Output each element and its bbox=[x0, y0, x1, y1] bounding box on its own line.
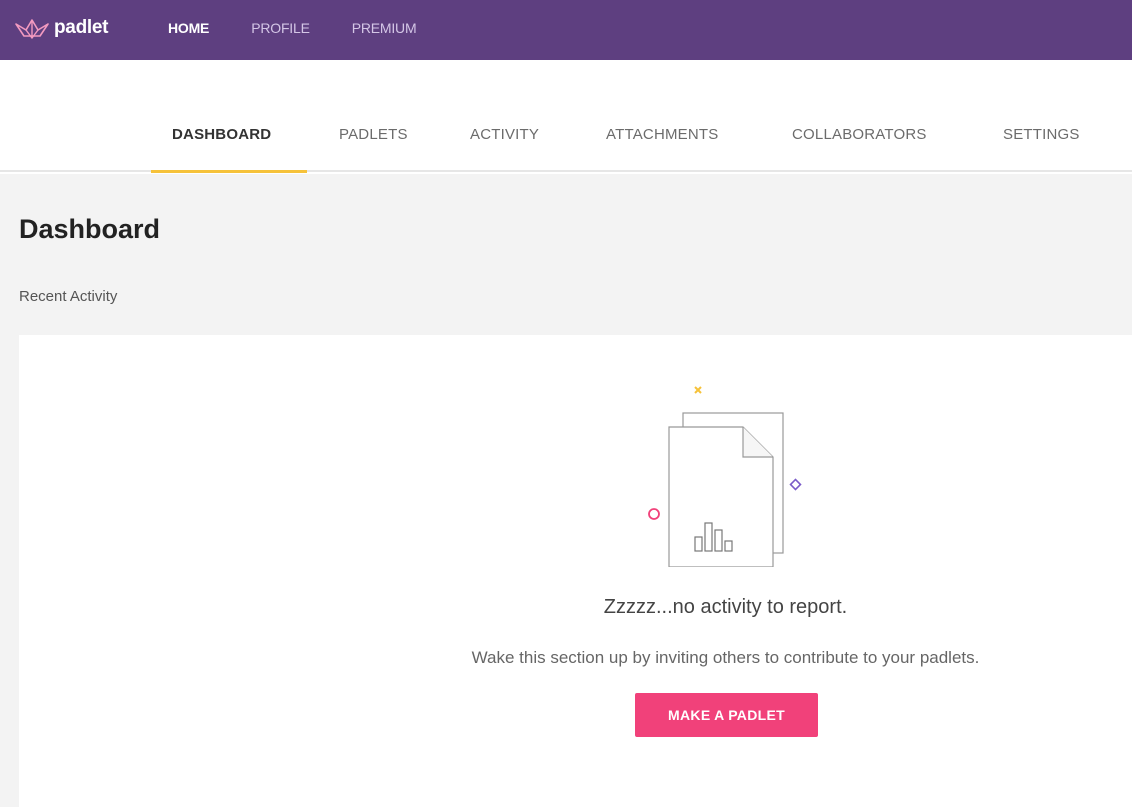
main-content: Dashboard Recent Activity Zzzzz...no act… bbox=[0, 174, 1132, 807]
tab-activity[interactable]: ACTIVITY bbox=[470, 126, 539, 143]
crane-icon bbox=[15, 19, 49, 40]
tab-collaborators[interactable]: COLLABORATORS bbox=[792, 126, 927, 143]
sparkle-x-icon bbox=[694, 386, 702, 394]
tab-dashboard[interactable]: DASHBOARD bbox=[172, 126, 271, 143]
nav-premium[interactable]: PREMIUM bbox=[352, 20, 417, 36]
nav-profile[interactable]: PROFILE bbox=[251, 20, 310, 36]
sparkle-diamond-icon bbox=[789, 478, 802, 491]
recent-activity-card: Zzzzz...no activity to report. Wake this… bbox=[19, 335, 1132, 807]
sparkle-circle-icon bbox=[648, 508, 660, 520]
tab-padlets[interactable]: PADLETS bbox=[339, 126, 408, 143]
top-nav-bar: padlet HOME PROFILE PREMIUM bbox=[0, 0, 1132, 60]
recent-activity-label: Recent Activity bbox=[19, 288, 118, 305]
page-title: Dashboard bbox=[19, 214, 161, 244]
dashboard-tabs: DASHBOARD PADLETS ACTIVITY ATTACHMENTS C… bbox=[0, 60, 1132, 173]
empty-documents-illustration bbox=[648, 386, 802, 567]
brand-name: padlet bbox=[54, 17, 109, 38]
primary-nav: HOME PROFILE PREMIUM bbox=[168, 20, 458, 36]
tab-settings[interactable]: SETTINGS bbox=[1003, 126, 1080, 143]
empty-state-title: Zzzzz...no activity to report. bbox=[603, 596, 848, 618]
padlet-logo[interactable]: padlet bbox=[14, 14, 108, 42]
make-a-padlet-button[interactable]: MAKE A PADLET bbox=[635, 693, 818, 737]
nav-home[interactable]: HOME bbox=[168, 20, 209, 36]
tab-attachments[interactable]: ATTACHMENTS bbox=[606, 126, 718, 143]
empty-state-subtitle: Wake this section up by inviting others … bbox=[471, 648, 980, 667]
active-tab-indicator bbox=[151, 170, 307, 173]
